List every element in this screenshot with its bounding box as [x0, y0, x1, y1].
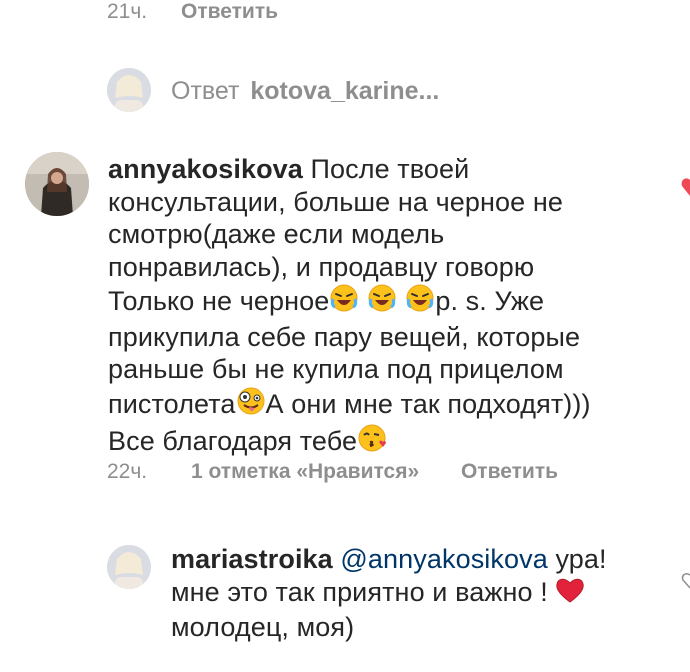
previous-comment-reply-button[interactable]: Ответить — [181, 0, 278, 23]
mention-link[interactable]: @annyakosikova — [340, 544, 547, 574]
rofl-face-icon — [367, 283, 397, 321]
comment-text-fragment: p. s. Уже — [435, 286, 545, 316]
comment-text-fragment: ура! — [555, 544, 607, 574]
comment-line: annyakosikova После твоей — [108, 153, 668, 186]
like-icon[interactable] — [680, 176, 690, 203]
comment-text-fragment: А они мне так подходят))) — [265, 388, 591, 419]
rofl-face-icon — [329, 283, 359, 321]
comment-text-fragment: Только не черное — [108, 286, 330, 316]
comment-username[interactable]: mariastroika — [171, 544, 333, 574]
comment-text-line: смотрю(даже если модель — [108, 219, 445, 249]
comment-username[interactable]: annyakosikova — [108, 154, 303, 184]
view-replies-user[interactable]: kotova_karine... — [250, 77, 439, 105]
like-outline-icon[interactable] — [680, 572, 690, 595]
view-replies-prefix: Ответ — [171, 77, 240, 105]
avatar-photo-icon — [25, 152, 89, 216]
comment-mariastroika: mariastroika @annyakosikova ура! мне это… — [171, 543, 671, 644]
kissing-face-icon — [357, 423, 387, 461]
rofl-face-icon — [405, 283, 435, 321]
comment-text-line: прикупила себе пару вещей, которые — [108, 321, 581, 352]
comment-meta: 22ч. 1 отметка «Нравится» Ответить — [107, 460, 558, 484]
comment-time: 22ч. — [107, 460, 148, 483]
previous-comment-time: 21ч. — [107, 0, 148, 23]
comment-text-line: консультации, больше на черное не — [108, 186, 563, 217]
comment-text-fragment: Все благодаря тебе — [108, 426, 358, 456]
comment-avatar-mariastroika[interactable] — [107, 545, 151, 589]
reply-avatar[interactable] — [107, 68, 151, 112]
zany-face-icon — [236, 386, 266, 424]
comment-line: Только не черное p. s. Уже — [108, 283, 668, 321]
comment-line: Все благодаря тебе — [108, 423, 668, 461]
comment-annyakosikova: annyakosikova После твоей консультации, … — [108, 153, 668, 461]
comment-line: мне это так приятно и важно ! — [171, 576, 671, 612]
comment-reply-button[interactable]: Ответить — [461, 460, 558, 483]
comment-likes-link[interactable]: 1 отметка «Нравится» — [191, 460, 419, 483]
view-replies-link[interactable]: Ответ kotova_karine... — [171, 77, 439, 106]
comment-text-line: понравилась), и продавцу говорю — [108, 251, 535, 282]
comment-line: mariastroika @annyakosikova ура! — [171, 543, 671, 576]
avatar-photo-icon — [107, 68, 151, 112]
comment-line: пистолета А они мне так подходят))) — [108, 386, 668, 424]
previous-comment-meta: 21ч. Ответить — [107, 0, 278, 24]
comment-text-line: молодец, моя) — [171, 612, 355, 642]
red-heart-icon — [555, 576, 585, 612]
comment-text-line: После твоей — [310, 154, 470, 184]
comment-text-fragment: пистолета — [108, 388, 236, 419]
comment-text-fragment: мне это так приятно и важно ! — [171, 576, 548, 607]
comment-text-line: раньше бы не купила под прицелом — [108, 354, 564, 384]
avatar-photo-icon — [107, 545, 151, 589]
comment-avatar-annyakosikova[interactable] — [25, 152, 89, 216]
